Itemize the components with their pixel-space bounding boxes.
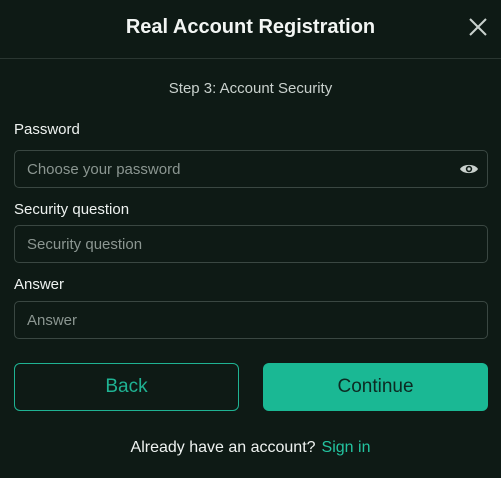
sign-in-link[interactable]: Sign in [322,439,371,456]
modal-title: Real Account Registration [125,16,376,38]
back-button[interactable]: Back [14,363,239,411]
password-input[interactable] [15,151,459,187]
password-field-container [14,150,488,188]
security-question-label: Security question [14,201,130,218]
answer-label: Answer [14,276,65,293]
answer-field-container [14,301,488,339]
answer-input[interactable] [15,302,487,338]
continue-button[interactable]: Continue [263,363,488,411]
step-indicator: Step 3: Account Security [168,80,333,97]
eye-icon[interactable] [459,159,479,179]
close-icon[interactable] [467,16,489,38]
password-label: Password [14,121,80,138]
security-question-input[interactable] [15,226,487,262]
security-question-field-container [14,225,488,263]
modal-header: Real Account Registration [0,0,501,59]
sign-in-prompt: Already have an account? Sign in [0,439,501,457]
footer-text: Already have an account? [130,439,316,456]
